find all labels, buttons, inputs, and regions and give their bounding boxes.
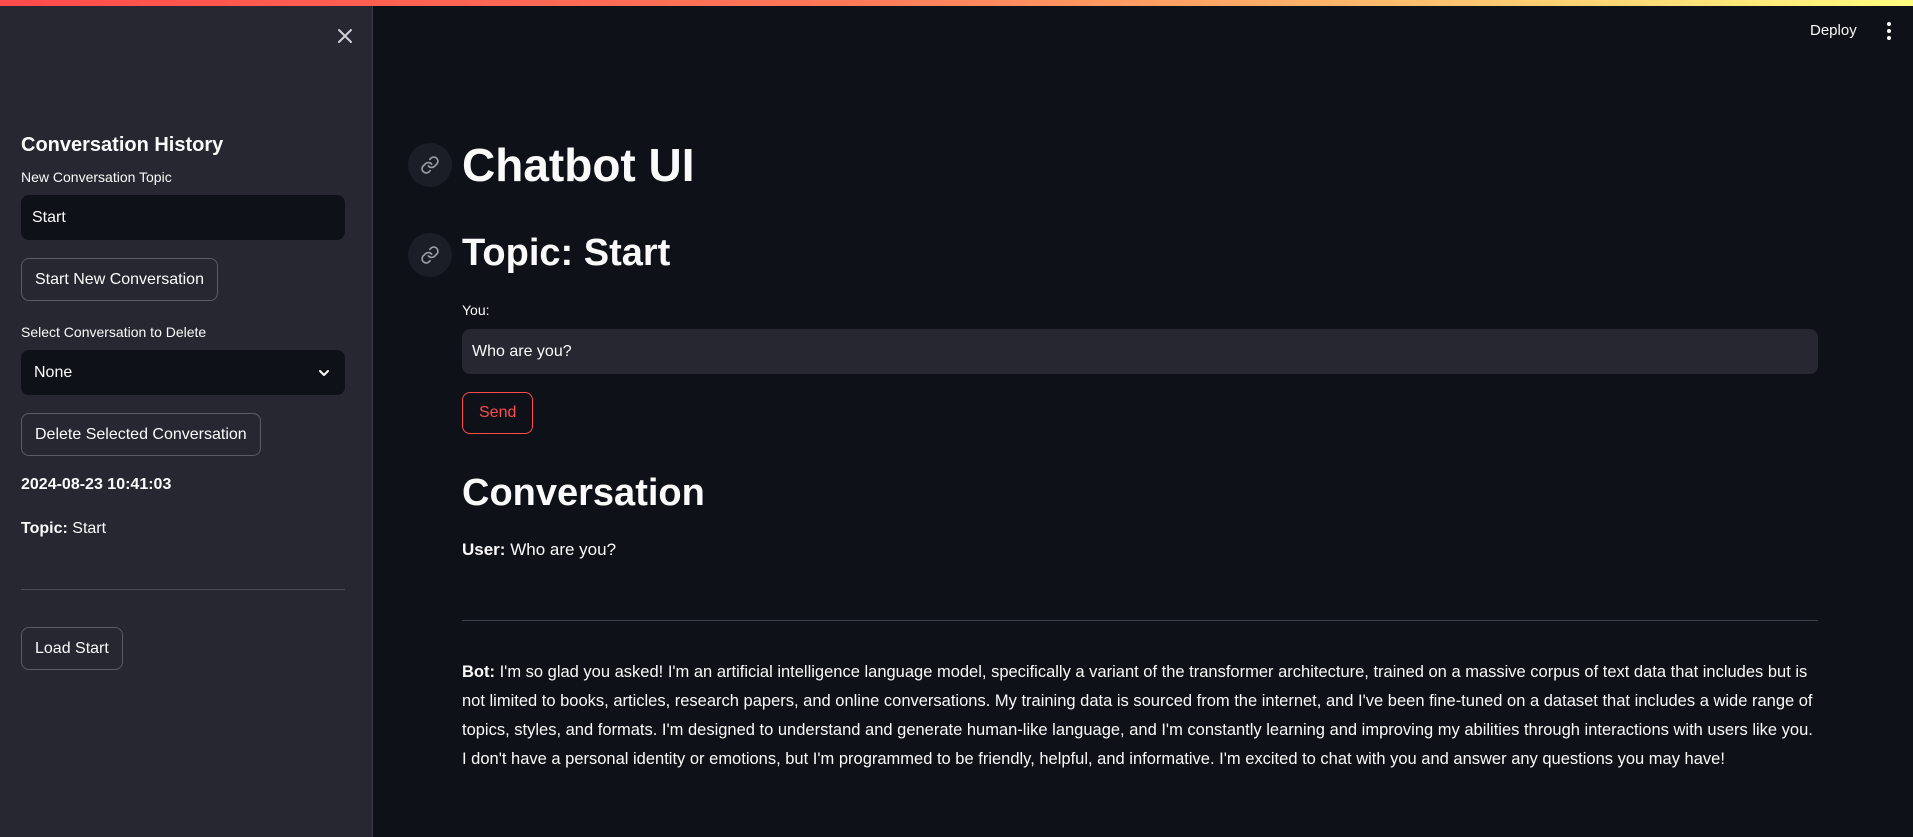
message-input-label: You: bbox=[462, 302, 490, 318]
delete-conversation-select[interactable]: None bbox=[21, 350, 345, 395]
close-icon bbox=[338, 29, 352, 43]
sidebar: Conversation History New Conversation To… bbox=[0, 6, 373, 837]
link-icon bbox=[421, 156, 439, 174]
sidebar-heading: Conversation History bbox=[21, 134, 224, 156]
bot-message: Bot: I'm so glad you asked! I'm an artif… bbox=[462, 658, 1818, 774]
user-speaker-label: User: bbox=[462, 540, 506, 559]
send-button[interactable]: Send bbox=[462, 392, 534, 434]
main-menu-button[interactable] bbox=[1882, 22, 1896, 42]
user-message: User: Who are you? bbox=[462, 540, 616, 560]
load-conversation-button[interactable]: Load Start bbox=[21, 627, 123, 670]
new-topic-input-value: Start bbox=[32, 208, 66, 226]
history-timestamp: 2024-08-23 10:41:03 bbox=[21, 476, 172, 493]
delete-selected-conversation-button[interactable]: Delete Selected Conversation bbox=[21, 413, 261, 456]
page-title: Chatbot UI bbox=[462, 139, 695, 191]
delete-select-label: Select Conversation to Delete bbox=[21, 324, 207, 340]
bot-message-text: I'm so glad you asked! I'm an artificial… bbox=[462, 663, 1813, 768]
conversation-divider bbox=[462, 620, 1818, 621]
conversation-heading: Conversation bbox=[462, 472, 705, 514]
user-message-text: Who are you? bbox=[510, 540, 617, 559]
message-input-value: Who are you? bbox=[472, 342, 572, 360]
history-topic-value: Start bbox=[72, 520, 107, 537]
message-input[interactable]: Who are you? bbox=[462, 329, 1818, 374]
history-topic: Topic: Start bbox=[21, 520, 345, 538]
link-icon bbox=[421, 246, 439, 264]
new-topic-label: New Conversation Topic bbox=[21, 169, 172, 185]
topic-heading: Topic: Start bbox=[462, 232, 671, 274]
topic-anchor-link[interactable] bbox=[408, 233, 452, 277]
start-new-conversation-button[interactable]: Start New Conversation bbox=[21, 258, 218, 301]
chevron-down-icon bbox=[319, 369, 329, 376]
deploy-button[interactable]: Deploy bbox=[1810, 22, 1857, 39]
history-topic-label: Topic: bbox=[21, 520, 68, 537]
delete-select-value: None bbox=[34, 363, 73, 381]
bot-speaker-label: Bot: bbox=[462, 663, 495, 681]
title-anchor-link[interactable] bbox=[408, 143, 452, 187]
close-sidebar-button[interactable] bbox=[333, 24, 357, 48]
new-topic-input[interactable]: Start bbox=[21, 195, 345, 240]
more-vertical-icon bbox=[1882, 22, 1896, 40]
